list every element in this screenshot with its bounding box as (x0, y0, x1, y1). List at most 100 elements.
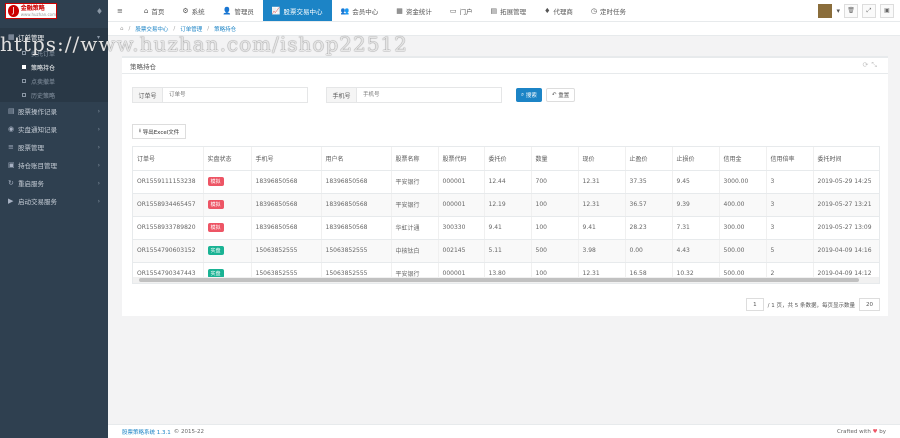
table-row[interactable]: OR1559111153238 模拟 18396850568 183968505… (133, 170, 879, 194)
bullet-icon (22, 65, 26, 69)
page-size-select[interactable]: 20 (859, 298, 880, 311)
logo-name: 金融策略 (20, 5, 45, 12)
sidebar-group-stock-log[interactable]: ▤ 股票操作记录 › (0, 102, 108, 120)
cell-sl: 9.45 (672, 170, 720, 194)
cell-rate: 5 (766, 239, 814, 263)
cell-rate: 3 (766, 170, 814, 194)
cell-now: 3.98 (578, 239, 626, 263)
hamburger-icon: ≡ (117, 6, 123, 15)
col-qty[interactable]: 数量 (531, 147, 579, 171)
col-rate[interactable]: 信用倍率 (766, 147, 814, 171)
trash-icon[interactable]: 🗑 (844, 3, 858, 18)
tab-stock-trading[interactable]: 📈 股票交易中心 (262, 0, 332, 21)
footer: 股票策略系统 1.3.1 © 2015-22 Crafted with ♥ by (108, 424, 900, 438)
fullscreen-icon[interactable]: ▣ (880, 3, 894, 18)
cell-credit: 400.00 (719, 193, 767, 217)
caret-down-icon[interactable]: ▾ (836, 7, 840, 15)
tab-admin[interactable]: 👤 管理员 (214, 0, 263, 21)
sidebar-group-notify-log[interactable]: ◉ 实盘通知记录 › (0, 120, 108, 138)
cell-time: 2019-05-29 14:25 (813, 170, 879, 194)
col-status[interactable]: 实盘状态 (203, 147, 252, 171)
play-icon: ▶ (8, 197, 14, 205)
cell-order: OR1558934465457 (133, 193, 204, 217)
col-credit[interactable]: 信用金 (719, 147, 767, 171)
logo-mark: J (8, 5, 19, 17)
page-title: 策略持仓 (130, 62, 156, 71)
sidebar-group-restart[interactable]: ↻ 重启服务 › (0, 174, 108, 192)
table-row[interactable]: OR1558933789820 模拟 18396850568 183968505… (133, 216, 879, 240)
tab-portal[interactable]: ▭ 门户 (441, 0, 482, 21)
cell-sl: 4.43 (672, 239, 720, 263)
tab-schedule[interactable]: ◷ 定时任务 (582, 0, 635, 21)
sidebar-item-positions[interactable]: 策略持仓 (0, 60, 108, 74)
pagination: 1 / 1 页，共 5 条数据，每页显示数量 20 (746, 298, 880, 311)
phone-input[interactable] (357, 88, 501, 102)
col-order[interactable]: 订单号 (133, 147, 204, 171)
tab-label: 系统 (191, 7, 205, 16)
sidebar-group-start-trade[interactable]: ▶ 启动交易服务 › (0, 192, 108, 210)
table-row[interactable]: OR1558934465457 模拟 18396850568 183968505… (133, 193, 879, 217)
chevron-right-icon: › (97, 107, 100, 115)
col-sl[interactable]: 止损价 (672, 147, 720, 171)
sidebar-group-stock[interactable]: ≡ 股票管理 › (0, 138, 108, 156)
cell-status: 模拟 (203, 216, 252, 240)
status-badge: 模拟 (207, 223, 224, 232)
cell-user: 18396850568 (321, 216, 392, 240)
footer-copyright: © 2015-22 (173, 428, 204, 435)
cell-rate: 3 (766, 193, 814, 217)
gear-icon: ⚙ (182, 6, 189, 15)
cell-credit: 3000.00 (719, 170, 767, 194)
cell-now: 12.31 (578, 193, 626, 217)
col-user[interactable]: 用户名 (321, 147, 392, 171)
col-price[interactable]: 委托价 (484, 147, 532, 171)
footer-credit-text: Crafted with (837, 428, 871, 435)
cell-now: 12.31 (578, 170, 626, 194)
clock-icon: ◷ (590, 6, 598, 15)
order-input[interactable] (163, 88, 307, 102)
cell-stock: 平安银行 (391, 170, 439, 194)
user-icon: 👤 (222, 6, 232, 15)
cell-user: 18396850568 (321, 193, 392, 217)
tab-agents[interactable]: ♦ 代理商 (535, 0, 582, 21)
window-icon: ▭ (449, 6, 457, 15)
tab-label: 会员中心 (352, 7, 379, 16)
col-stock[interactable]: 股票名称 (391, 147, 439, 171)
sidebar-item-history[interactable]: 历史策略 (0, 88, 108, 102)
col-now[interactable]: 现价 (578, 147, 626, 171)
reset-button[interactable]: ↶ 重置 (545, 88, 576, 102)
search-button[interactable]: ⌕ 搜索 (516, 88, 542, 102)
export-excel-button[interactable]: ⭳ 导出Excel文件 (132, 124, 187, 139)
topbar-tools: ▾ 🗑 ⤢ ▣ (818, 0, 900, 21)
avatar[interactable] (818, 3, 833, 18)
col-tp[interactable]: 止盈价 (625, 147, 673, 171)
cell-user: 18396850568 (321, 170, 392, 194)
sidebar-group-holdings[interactable]: ▣ 持仓账目管理 › (0, 156, 108, 174)
tab-funds[interactable]: ▦ 资金统计 (387, 0, 441, 21)
col-code[interactable]: 股票代码 (438, 147, 485, 171)
tab-extensions[interactable]: ▤ 拓展管理 (482, 0, 536, 21)
page-number-input[interactable]: 1 (746, 298, 764, 311)
col-time[interactable]: 委托时间 (813, 147, 879, 171)
horizontal-scrollbar[interactable] (133, 277, 879, 283)
droplet-icon[interactable]: ♦ (96, 7, 103, 16)
phone-field: 手机号 (326, 87, 502, 103)
tab-members[interactable]: 👥 会员中心 (332, 0, 388, 21)
cell-code: 000001 (438, 193, 485, 217)
tab-home[interactable]: ⌂ 首页 (135, 0, 173, 21)
menu-toggle[interactable]: ≡ (108, 0, 135, 21)
collapse-icon[interactable]: ⤡ (871, 61, 880, 69)
scrollbar-thumb[interactable] (139, 278, 859, 282)
tab-label: 门户 (459, 7, 473, 16)
cell-time: 2019-04-09 14:16 (813, 239, 879, 263)
cell-qty: 700 (531, 170, 579, 194)
sidebar-item-cancel[interactable]: 点卖撤单 (0, 74, 108, 88)
logo[interactable]: J 金融策略 www.huzhan.com (5, 3, 57, 19)
home-icon[interactable]: ⌂ (120, 26, 124, 32)
expand-icon[interactable]: ⤢ (862, 3, 876, 18)
tab-system[interactable]: ⚙ 系统 (173, 0, 213, 21)
cell-order: OR1558933789820 (133, 216, 204, 240)
cell-time: 2019-05-27 13:21 (813, 193, 879, 217)
table-row[interactable]: OR1554790603152 实盘 15063852555 150638525… (133, 239, 879, 263)
heart-icon: ♥ (872, 428, 878, 435)
col-phone[interactable]: 手机号 (251, 147, 322, 171)
